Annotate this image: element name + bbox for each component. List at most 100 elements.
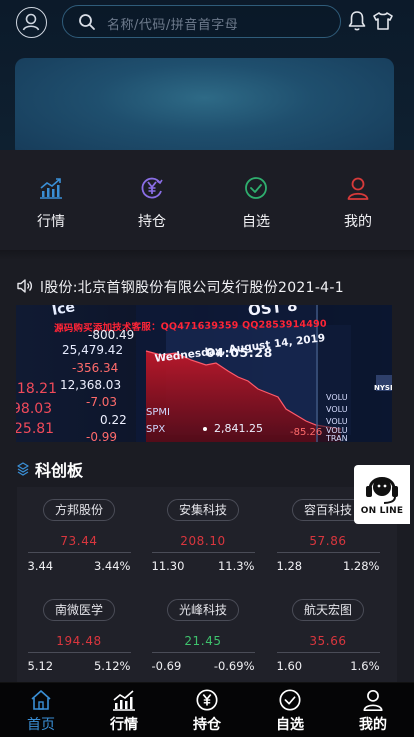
quick-menu-label: 行情 [37,214,65,230]
online-label: ON LINE [360,506,404,516]
divider [0,250,414,260]
stock-card[interactable]: 航天宏图 35.66 1.60 1.6% [268,587,388,673]
user-avatar-icon [22,13,40,31]
stock-grid: 方邦股份 73.44 3.44 3.44% 安集科技 208.10 11.30 11… [17,487,397,682]
quick-menu-market[interactable]: 行情 [11,172,91,231]
stock-card[interactable]: 安集科技 208.10 11.30 11.3% [143,487,263,573]
nav-holdings[interactable]: 持仓 [172,686,242,734]
bottom-value: -85.26 [290,427,323,438]
left-number: -7.03 [86,395,118,409]
divider [27,552,131,553]
carousel-dot[interactable] [203,427,207,431]
nav-home[interactable]: 首页 [6,686,76,734]
left-number: 0.22 [100,413,127,427]
home-icon [31,690,51,710]
online-service-button[interactable]: ON LINE [354,465,410,524]
stock-percent: 5.12% [93,659,131,673]
search-box[interactable]: 名称/代码/拼音首字母 [62,5,341,38]
left-number: 25,479.42 [62,343,124,357]
quick-menu-label: 自选 [242,214,270,230]
stock-price: 194.48 [56,634,102,648]
right-tag: NYSE [374,384,392,392]
hero-header: 名称/代码/拼音首字母 [0,0,414,158]
shirt-icon[interactable] [372,10,394,32]
left-number: -356.34 [72,361,119,375]
check-circle-icon [245,177,267,199]
stock-name: 南微医学 [42,599,115,621]
avatar[interactable] [16,7,47,38]
right-label: VOLU [326,405,348,414]
stock-percent: 1.28% [342,559,380,573]
search-input[interactable]: 名称/代码/拼音首字母 [107,14,238,33]
banner-overlay: Ice OST 8 源码购买添加技术客服：QQ471639359 QQ28539… [16,305,392,442]
top-bar: 名称/代码/拼音首字母 [0,0,414,46]
stock-name: 方邦股份 [42,499,115,521]
quick-menu-holdings[interactable]: 持仓 [112,172,192,231]
user-icon [347,177,369,200]
layers-icon [17,462,29,476]
market-banner-image[interactable]: Ice OST 8 源码购买添加技术客服：QQ471639359 QQ28539… [16,305,392,442]
nav-label: 自选 [276,717,304,733]
stock-change: 3.44 [27,559,54,573]
left-number: 218.21 [16,381,57,397]
yen-coin-icon [196,689,218,711]
top-banner[interactable] [15,58,394,158]
bottom-nav: 首页 行情 持仓 自选 我的 [0,682,414,737]
search-icon [79,14,95,30]
quick-menu-watchlist[interactable]: 自选 [216,172,296,231]
stock-name: 航天宏图 [291,599,364,621]
speaker-icon [17,279,33,293]
index-label: SPX [146,424,166,435]
stock-price: 35.66 [309,634,347,648]
section-header: 科创板 [17,457,83,481]
divider [276,552,380,553]
divider [276,652,380,653]
nav-market[interactable]: 行情 [89,686,159,734]
nav-watchlist[interactable]: 自选 [255,686,325,734]
left-number: 98.03 [16,401,53,417]
bell-icon[interactable] [347,10,367,32]
stock-card[interactable]: 南微医学 194.48 5.12 5.12% [19,587,139,673]
quick-menu: 行情 持仓 自选 我的 [0,150,414,250]
user-icon [363,689,383,711]
corner-text: Ice [50,305,77,319]
stock-change: 5.12 [27,659,54,673]
stock-percent: -0.69% [213,659,255,673]
stock-change: -0.69 [151,659,182,673]
divider [27,652,131,653]
left-number: 25.81 [16,421,55,437]
stock-percent: 1.6% [350,659,380,673]
stock-percent: 3.44% [93,559,131,573]
nav-mine[interactable]: 我的 [338,686,408,734]
stock-card[interactable]: 光峰科技 21.45 -0.69 -0.69% [143,587,263,673]
left-number: 12,368.03 [60,378,122,392]
index-label: SPMI [146,407,170,418]
stock-price: 21.45 [184,634,222,648]
chart-trend-icon [40,178,62,199]
nav-label: 持仓 [193,717,221,733]
section-title: 科创板 [35,461,84,480]
quick-menu-mine[interactable]: 我的 [318,172,398,231]
right-label: TRAN [326,434,348,442]
stock-price: 73.44 [60,534,98,548]
stock-change: 1.28 [276,559,303,573]
stock-name: 光峰科技 [166,599,239,621]
bottom-value: 2,841.25 [214,422,263,435]
stock-percent: 11.3% [217,559,255,573]
notice-text: l股份:北京首钢股份有限公司发行股份2021-4-1 [40,280,344,296]
yen-coin-icon [141,177,163,199]
quick-menu-label: 持仓 [138,214,166,230]
check-circle-icon [279,689,301,711]
divider [151,552,255,553]
nav-label: 我的 [359,717,387,733]
app-root: 名称/代码/拼音首字母 行情 持仓 自选 我的 l股份:北京首钢股份有限公司发行… [0,0,414,737]
nav-label: 首页 [27,717,55,733]
stock-card[interactable]: 方邦股份 73.44 3.44 3.44% [19,487,139,573]
headset-icon [366,477,398,504]
right-label: VOLU [326,417,348,426]
stock-price: 208.10 [180,534,226,548]
quick-menu-label: 我的 [344,214,372,230]
stock-change: 11.30 [151,559,185,573]
notice-bar[interactable]: l股份:北京首钢股份有限公司发行股份2021-4-1 [16,276,396,296]
nav-label: 行情 [110,717,138,733]
